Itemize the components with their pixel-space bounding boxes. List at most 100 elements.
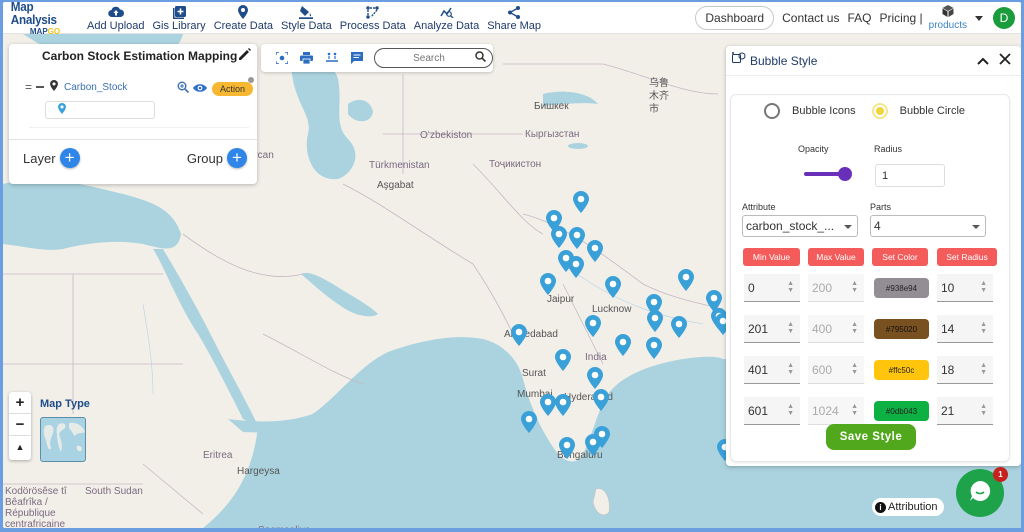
edit-pencil-icon[interactable] bbox=[238, 48, 251, 66]
pricing-link[interactable]: Pricing | bbox=[880, 11, 923, 25]
radius-value-input[interactable]: 10 ▲ ▼ bbox=[937, 274, 993, 302]
map-marker-pin[interactable] bbox=[615, 334, 631, 356]
map-marker-pin[interactable] bbox=[511, 324, 527, 346]
faq-link[interactable]: FAQ bbox=[847, 11, 871, 25]
slider-thumb[interactable] bbox=[838, 167, 852, 181]
color-swatch-button[interactable]: #938e94 bbox=[874, 278, 929, 298]
add-group-button[interactable]: + bbox=[227, 148, 247, 168]
color-swatch-button[interactable]: #795020 bbox=[874, 319, 929, 339]
radius-value-input[interactable]: 18 ▲ ▼ bbox=[937, 356, 993, 384]
save-style-button[interactable]: Save Style bbox=[826, 424, 916, 450]
map-marker-pin[interactable] bbox=[573, 191, 589, 213]
map-marker-pin[interactable] bbox=[647, 310, 663, 332]
collapse-chevron-up-icon[interactable] bbox=[977, 52, 989, 70]
map-marker-pin[interactable] bbox=[555, 394, 571, 416]
map-marker-pin[interactable] bbox=[585, 315, 601, 337]
dashboard-button[interactable]: Dashboard bbox=[695, 6, 775, 30]
map-marker-pin[interactable] bbox=[569, 227, 585, 249]
layer-name[interactable]: Carbon_Stock bbox=[64, 82, 127, 93]
map-marker-pin[interactable] bbox=[646, 337, 662, 359]
products-menu[interactable]: products bbox=[929, 5, 967, 31]
add-layer-button[interactable]: + bbox=[59, 148, 80, 168]
stepper-arrows-icon[interactable]: ▲ ▼ bbox=[851, 403, 858, 417]
nav-share-map[interactable]: Share Map bbox=[483, 5, 545, 34]
map-marker-pin[interactable] bbox=[587, 367, 603, 389]
map-marker-pin[interactable] bbox=[605, 276, 621, 298]
set-color-header[interactable]: Set Color bbox=[872, 248, 928, 266]
color-swatch-button[interactable]: #ffc50c bbox=[874, 360, 929, 380]
stepper-arrows-icon[interactable]: ▲ ▼ bbox=[851, 321, 858, 335]
brand-logo[interactable]: Map Analysis MAPGO bbox=[3, 2, 83, 36]
chat-widget-button[interactable]: 1 bbox=[956, 467, 1008, 517]
min-value-input[interactable]: 601 ▲ ▼ bbox=[744, 397, 800, 425]
drag-handle-icon[interactable]: = bbox=[25, 80, 32, 94]
opacity-slider[interactable] bbox=[804, 167, 852, 181]
nav-create-data[interactable]: Create Data bbox=[210, 5, 277, 34]
close-icon[interactable] bbox=[999, 52, 1011, 70]
attribution-button[interactable]: i Attribution bbox=[872, 498, 944, 516]
map-marker-pin[interactable] bbox=[551, 226, 567, 248]
chevron-down-icon[interactable] bbox=[975, 15, 983, 21]
fullscreen-focus-icon[interactable] bbox=[269, 52, 294, 64]
user-avatar[interactable]: D bbox=[993, 7, 1015, 29]
stepper-arrows-icon[interactable]: ▲ ▼ bbox=[787, 403, 794, 417]
map-marker-pin[interactable] bbox=[540, 394, 556, 416]
zoom-out-button[interactable]: − bbox=[9, 414, 31, 436]
stepper-arrows-icon[interactable]: ▲ ▼ bbox=[851, 280, 858, 294]
min-value-input[interactable]: 201 ▲ ▼ bbox=[744, 315, 800, 343]
zoom-to-layer-icon[interactable] bbox=[177, 80, 190, 98]
stepper-arrows-icon[interactable]: ▲ ▼ bbox=[980, 280, 987, 294]
map-marker-pin[interactable] bbox=[678, 269, 694, 291]
stepper-arrows-icon[interactable]: ▲ ▼ bbox=[980, 362, 987, 376]
map-marker-pin[interactable] bbox=[671, 316, 687, 338]
map-marker-pin[interactable] bbox=[555, 349, 571, 371]
layer-actions: Action bbox=[177, 77, 254, 98]
color-swatch-button[interactable]: #0db043 bbox=[874, 401, 929, 421]
measure-icon[interactable] bbox=[320, 52, 345, 64]
nav-style-data[interactable]: Style Data bbox=[277, 5, 336, 34]
stepper-arrows-icon[interactable]: ▲ ▼ bbox=[851, 362, 858, 376]
map-type-thumbnail[interactable] bbox=[40, 417, 86, 462]
min-value-input[interactable]: 401 ▲ ▼ bbox=[744, 356, 800, 384]
map-marker-pin[interactable] bbox=[521, 411, 537, 433]
stepper-arrows-icon[interactable]: ▲ ▼ bbox=[787, 280, 794, 294]
action-button[interactable]: Action bbox=[211, 82, 253, 96]
search-icon[interactable] bbox=[475, 49, 487, 67]
stepper-arrows-icon[interactable]: ▲ ▼ bbox=[787, 321, 794, 335]
map-marker-pin[interactable] bbox=[587, 240, 603, 262]
brand-subtitle: MAPGO bbox=[30, 27, 60, 36]
set-radius-header[interactable]: Set Radius bbox=[937, 248, 997, 266]
nav-gis-library[interactable]: Gis Library bbox=[149, 5, 210, 34]
stepper-arrows-icon[interactable]: ▲ ▼ bbox=[980, 321, 987, 335]
parts-label: Parts bbox=[870, 202, 892, 212]
radio-bubble-circle[interactable] bbox=[871, 103, 888, 119]
min-value-input[interactable]: 0 ▲ ▼ bbox=[744, 274, 800, 302]
nav-add-upload[interactable]: Add Upload bbox=[83, 5, 149, 34]
nav-analyze-data[interactable]: Analyze Data bbox=[410, 5, 483, 34]
radio-bubble-icons[interactable] bbox=[764, 103, 780, 119]
comment-icon[interactable] bbox=[345, 52, 370, 64]
map-marker-pin[interactable] bbox=[593, 389, 609, 411]
map-search-input[interactable] bbox=[388, 52, 469, 64]
collapse-dash-icon[interactable] bbox=[36, 86, 45, 88]
radius-input[interactable] bbox=[875, 164, 945, 187]
contact-us-link[interactable]: Contact us bbox=[782, 11, 839, 25]
map-marker-pin[interactable] bbox=[568, 256, 584, 278]
zoom-in-button[interactable]: + bbox=[9, 392, 31, 414]
print-icon[interactable] bbox=[294, 52, 319, 64]
attribute-select[interactable]: carbon_stock_... bbox=[742, 215, 858, 237]
visibility-eye-icon[interactable] bbox=[192, 80, 207, 98]
map-marker-pin[interactable] bbox=[594, 426, 610, 448]
map-marker-pin[interactable] bbox=[540, 273, 556, 295]
radius-value-input[interactable]: 21 ▲ ▼ bbox=[937, 397, 993, 425]
nav-process-data[interactable]: Process Data bbox=[336, 5, 410, 34]
min-value-header[interactable]: Min Value bbox=[743, 248, 800, 266]
map-marker-pin[interactable] bbox=[559, 437, 575, 459]
radius-value-input[interactable]: 14 ▲ ▼ bbox=[937, 315, 993, 343]
stepper-arrows-icon[interactable]: ▲ ▼ bbox=[980, 403, 987, 417]
parts-select[interactable]: 4 bbox=[870, 215, 986, 237]
max-value-header[interactable]: Max Value bbox=[808, 248, 864, 266]
radio-label-bubble-icons: Bubble Icons bbox=[792, 105, 856, 117]
reset-north-button[interactable]: ▲ bbox=[9, 436, 31, 458]
stepper-arrows-icon[interactable]: ▲ ▼ bbox=[787, 362, 794, 376]
